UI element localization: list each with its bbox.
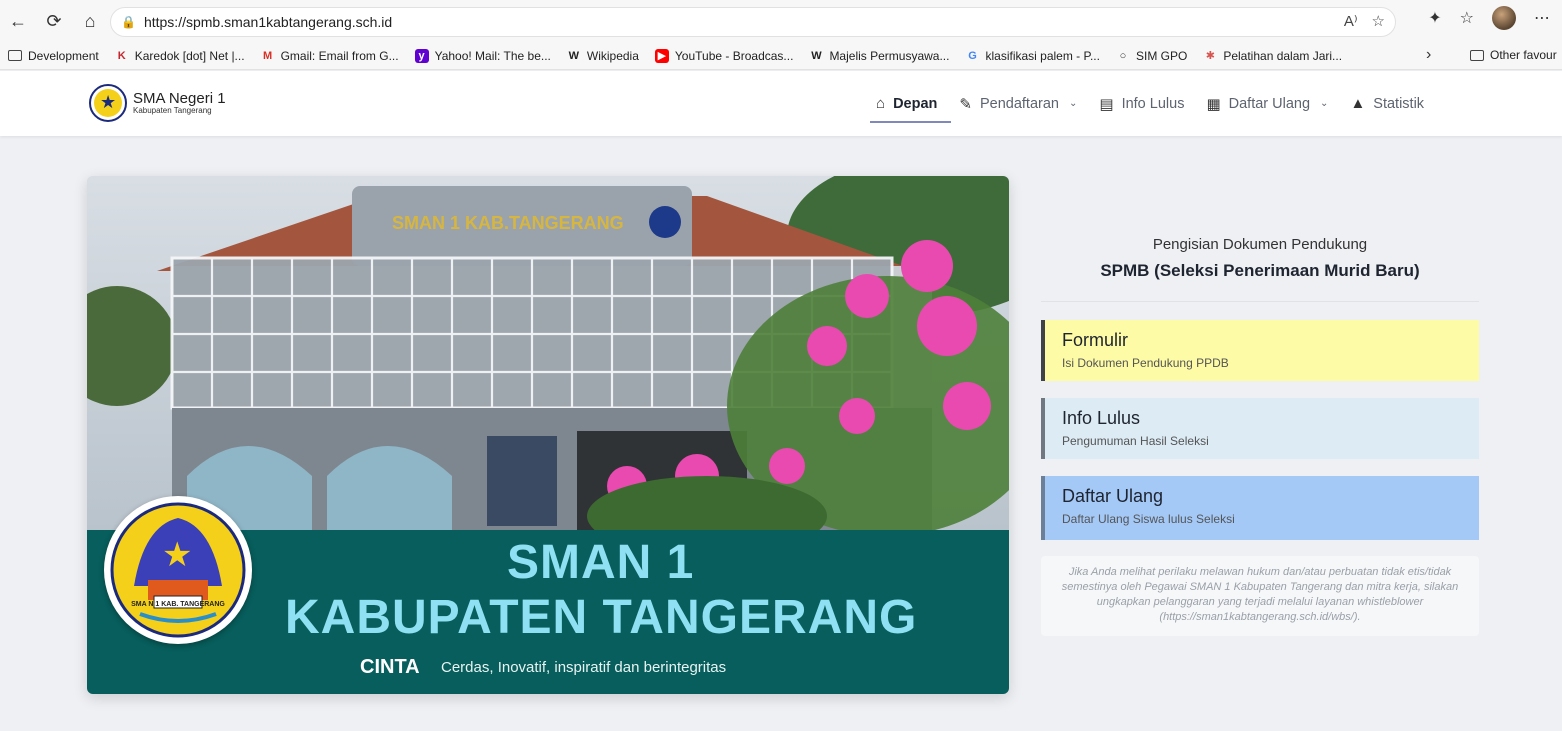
nav-label: Info Lulus — [1121, 95, 1185, 112]
folder-icon — [1470, 49, 1484, 61]
bookmarks-overflow-chevron-icon[interactable]: › — [1426, 46, 1431, 64]
spmb-panel: Pengisian Dokumen Pendukung SPMB (Seleks… — [1041, 230, 1479, 636]
nav-depan[interactable]: ⌂ Depan — [870, 85, 953, 123]
back-arrow-icon[interactable]: ← — [0, 3, 36, 39]
favorites-list-icon[interactable]: ☆ — [1460, 8, 1474, 28]
list-icon: ▤ — [1099, 95, 1114, 113]
home-icon: ⌂ — [876, 95, 886, 112]
wikipedia-icon: W — [811, 49, 822, 62]
profile-avatar[interactable] — [1492, 6, 1516, 30]
bookmark-item[interactable]: ○ SIM GPO — [1116, 48, 1188, 63]
bookmark-item[interactable]: W Wikipedia — [567, 49, 639, 63]
panel-title: SPMB (Seleksi Penerimaan Murid Baru) — [1100, 261, 1420, 280]
building-sign-text: SMAN 1 KAB.TANGERANG — [392, 213, 624, 233]
chart-area-icon: ▲ — [1350, 95, 1366, 112]
bookmark-label: Majelis Permusyawa... — [829, 48, 950, 63]
extensions-icon[interactable]: ✦ — [1428, 8, 1441, 28]
school-building-photo: SMAN 1 KAB.TANGERANG — [87, 176, 1009, 530]
whistleblower-note: Jika Anda melihat perilaku melawan hukum… — [1041, 556, 1479, 636]
bookmark-item[interactable]: Development — [8, 49, 99, 63]
nav-pendaftaran[interactable]: ✎ Pendaftaran ⌄ — [953, 85, 1093, 123]
folder-icon — [8, 50, 22, 61]
nav-label: Statistik — [1373, 95, 1425, 112]
site-header: ★ SMA Negeri 1 Kabupaten Tangerang ⌂ Dep… — [0, 71, 1562, 136]
bookmark-label: Karedok [dot] Net |... — [134, 48, 245, 63]
gmail-icon: M — [262, 49, 273, 62]
chevron-down-icon: ⌄ — [1320, 98, 1329, 109]
lock-icon[interactable]: 🔒 — [121, 15, 136, 29]
karedok-icon: K — [117, 49, 126, 62]
hero-title-line1: SMAN 1 — [507, 536, 695, 589]
brand-sub: Kabupaten Tangerang — [133, 105, 212, 115]
pelatihan-icon: ✱ — [1205, 50, 1215, 62]
nav-statistik[interactable]: ▲ Statistik — [1344, 85, 1440, 123]
bookmark-item[interactable]: ▶ YouTube - Broadcas... — [654, 48, 794, 63]
panel-subtitle: Pengisian Dokumen Pendukung — [1152, 236, 1368, 253]
browser-toolbar: ← ⟳ ⌂ 🔒 https://spmb.sman1kabtangerang.s… — [0, 0, 1562, 42]
brand-name: SMA Negeri 1 — [133, 89, 226, 107]
wikipedia-icon: W — [568, 49, 580, 62]
url-text[interactable]: https://spmb.sman1kabtangerang.sch.id — [144, 14, 392, 30]
google-icon: G — [968, 49, 977, 62]
main-nav: ⌂ Depan ✎ Pendaftaran ⌄ ▤ Info Lulus ▦ D… — [870, 71, 1440, 136]
globe-icon: ○ — [1119, 49, 1127, 62]
card-desc: Pengumuman Hasil Seleksi — [1062, 434, 1209, 448]
nav-label: Depan — [893, 95, 938, 112]
card-formulir[interactable]: Formulir Isi Dokumen Pendukung PPDB — [1041, 320, 1479, 381]
hero-banner: SMAN 1 KAB.TANGERANG ★ SMA N 1 KAB. TANG… — [87, 176, 1009, 694]
nav-label: Pendaftaran — [979, 95, 1059, 112]
bookmark-item[interactable]: W Majelis Permusyawa... — [809, 49, 949, 63]
card-desc: Isi Dokumen Pendukung PPDB — [1062, 356, 1229, 370]
hero-motto-cinta: CINTA — [360, 656, 420, 678]
id-card-icon: ▦ — [1206, 95, 1221, 113]
svg-text:★: ★ — [162, 535, 192, 575]
read-aloud-icon[interactable]: A⁾ — [1344, 12, 1358, 30]
yahoo-icon: y — [414, 48, 429, 63]
brand[interactable]: ★ SMA Negeri 1 Kabupaten Tangerang — [89, 84, 226, 122]
nav-info-lulus[interactable]: ▤ Info Lulus — [1093, 85, 1200, 123]
card-daftar-ulang[interactable]: Daftar Ulang Daftar Ulang Siswa lulus Se… — [1041, 476, 1479, 540]
bookmark-label: Wikipedia — [586, 48, 639, 63]
school-seal: ★ SMA N 1 KAB. TANGERANG — [104, 496, 252, 644]
card-title: Formulir — [1062, 330, 1128, 350]
other-favourites[interactable]: Other favour — [1470, 48, 1557, 62]
card-title: Info Lulus — [1062, 408, 1141, 428]
bookmark-label: Development — [28, 48, 99, 63]
school-logo: ★ — [89, 84, 127, 122]
bookmark-label: klasifikasi palem - P... — [985, 48, 1100, 63]
card-info-lulus[interactable]: Info Lulus Pengumuman Hasil Seleksi — [1041, 398, 1479, 459]
nav-label: Daftar Ulang — [1228, 95, 1311, 112]
bookmark-item[interactable]: M Gmail: Email from G... — [261, 49, 399, 63]
nav-daftar-ulang[interactable]: ▦ Daftar Ulang ⌄ — [1200, 85, 1344, 123]
edit-icon: ✎ — [959, 95, 972, 113]
bookmarks-bar: Development K Karedok [dot] Net |... M Gmail… — [0, 42, 1562, 70]
bookmark-label: YouTube - Broadcas... — [674, 48, 794, 63]
youtube-icon: ▶ — [654, 48, 669, 63]
bookmark-label: Yahoo! Mail: The be... — [434, 48, 551, 63]
bookmark-item[interactable]: y Yahoo! Mail: The be... — [414, 48, 551, 63]
hero-title-line2: KABUPATEN TANGERANG — [285, 591, 918, 644]
home-browser-icon[interactable]: ⌂ — [72, 3, 108, 39]
refresh-icon[interactable]: ⟳ — [36, 3, 72, 39]
card-desc: Daftar Ulang Siswa lulus Seleksi — [1062, 512, 1235, 526]
bookmark-label: Pelatihan dalam Jari... — [1223, 48, 1343, 63]
divider — [1041, 301, 1479, 302]
more-menu-icon[interactable]: ⋯ — [1534, 8, 1550, 28]
bookmark-item[interactable]: ✱ Pelatihan dalam Jari... — [1203, 49, 1342, 63]
hero-tagline: Cerdas, Inovatif, inspiratif dan berinte… — [441, 659, 727, 676]
seal-text: SMA N 1 KAB. TANGERANG — [131, 601, 225, 608]
other-favourites-label: Other favour — [1490, 48, 1557, 62]
bookmark-label: Gmail: Email from G... — [280, 48, 399, 63]
bookmark-label: SIM GPO — [1135, 48, 1188, 63]
bookmark-item[interactable]: K Karedok [dot] Net |... — [115, 49, 245, 63]
address-bar[interactable]: 🔒 https://spmb.sman1kabtangerang.sch.id … — [110, 7, 1396, 37]
bookmark-item[interactable]: Gklasifikasi palem - P... — [965, 49, 1100, 63]
card-title: Daftar Ulang — [1062, 486, 1164, 506]
chevron-down-icon: ⌄ — [1068, 98, 1078, 109]
favorite-star-icon[interactable]: ☆ — [1372, 12, 1385, 30]
